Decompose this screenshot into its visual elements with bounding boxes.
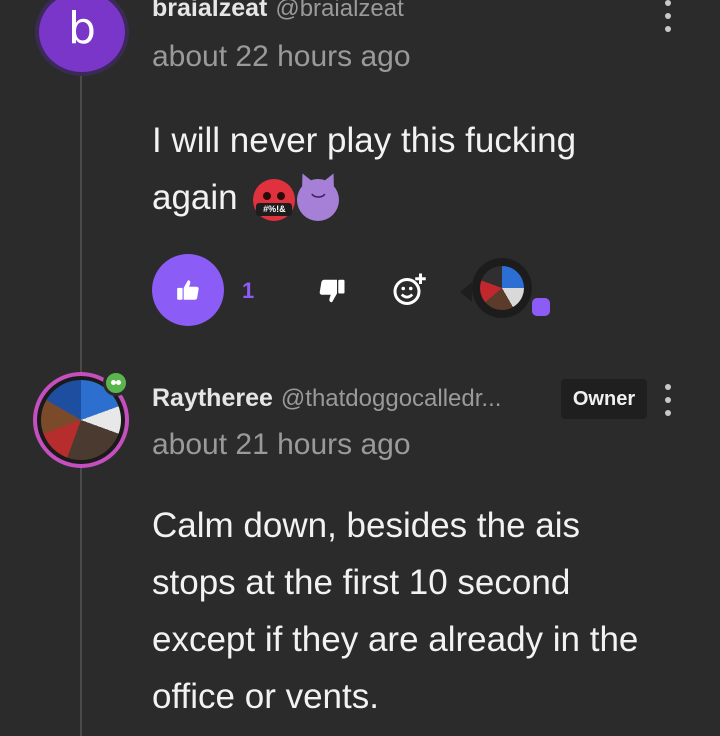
timestamp: about 21 hours ago: [152, 428, 411, 461]
comment-body-line: again #%!& ︶: [152, 169, 672, 226]
cursing-face-emoji-icon: #%!&: [253, 178, 296, 221]
avatar-frog-badge-icon: [103, 370, 129, 396]
thumbs-down-icon: [319, 279, 345, 303]
thumbs-up-icon: [177, 280, 199, 300]
username[interactable]: braialzeat: [152, 0, 267, 22]
comment-body: I will never play this fucking again #%!…: [152, 112, 672, 226]
user-handle[interactable]: @braialzeat: [275, 0, 403, 22]
comment-body: Calm down, besides the ais stops at the …: [152, 506, 639, 716]
censor-symbols: #%!&: [256, 202, 293, 216]
comment-thread: b braialzeat @braialzeat about 22 hours a…: [0, 0, 720, 736]
reply-preview[interactable]: [460, 258, 550, 322]
comment-header: Raytheree @thatdoggocalledr...: [152, 384, 501, 413]
comment-header: braialzeat @braialzeat: [152, 0, 404, 23]
kebab-menu-icon[interactable]: [663, 384, 673, 416]
reply-indicator-icon: [532, 298, 550, 316]
angry-devil-emoji-icon: ︶: [297, 178, 340, 221]
avatar[interactable]: b: [35, 0, 129, 76]
avatar[interactable]: [33, 370, 129, 468]
kebab-menu-icon[interactable]: [663, 0, 673, 32]
timestamp: about 22 hours ago: [152, 40, 411, 73]
comment-body-line: I will never play this fucking: [152, 121, 577, 160]
comment-actions: 1: [152, 254, 572, 328]
speech-bubble-tail: [460, 282, 472, 302]
like-count: 1: [242, 278, 255, 303]
user-handle[interactable]: @thatdoggocalledr...: [281, 385, 502, 412]
add-reaction-button[interactable]: [392, 272, 428, 308]
comment-body-text: again: [152, 178, 238, 217]
like-button[interactable]: [152, 254, 224, 326]
owner-badge: Owner: [561, 379, 647, 419]
reply-avatar: [472, 258, 532, 318]
avatar-letter: b: [68, 2, 96, 54]
dislike-button[interactable]: [317, 276, 347, 306]
add-reaction-icon: [393, 273, 426, 305]
username[interactable]: Raytheree: [152, 384, 273, 412]
